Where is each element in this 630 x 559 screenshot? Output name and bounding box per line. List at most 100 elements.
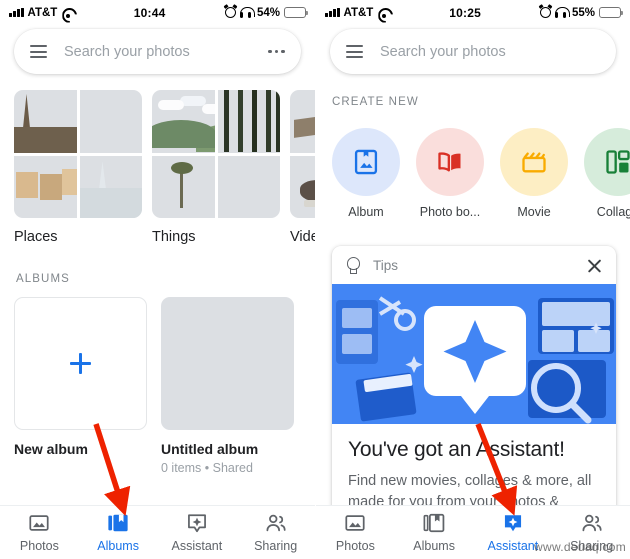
battery-percent-label: 55% [571, 6, 595, 19]
category-tile-places[interactable]: Places [14, 90, 142, 245]
assistant-sparkle-badge-icon [332, 284, 616, 424]
create-movie-circle[interactable] [500, 128, 568, 196]
photo-thumb [152, 90, 215, 153]
album-subtitle: 0 items • Shared [161, 461, 253, 475]
tips-card-header: Tips [332, 246, 616, 284]
category-tile-videos[interactable]: Videos [290, 90, 315, 245]
photo-icon [29, 515, 49, 531]
nav-tab-albums[interactable]: Albums [395, 512, 474, 553]
nav-label: Assistant [171, 539, 223, 553]
nav-tab-assistant[interactable]: Assistant [158, 512, 237, 553]
tips-banner-illustration [332, 284, 616, 424]
nav-label: Albums [97, 539, 139, 553]
close-icon[interactable] [587, 258, 602, 273]
nav-label: Sharing [254, 539, 298, 553]
create-photo-book-circle[interactable] [416, 128, 484, 196]
search-area-right: Search your photos [316, 25, 630, 74]
clock-label: 10:25 [449, 5, 481, 20]
headphones-icon [239, 7, 255, 18]
photo-book-icon [438, 152, 461, 172]
left-phone-screen: AT&T 10:44 54% Search your photos Places… [0, 0, 315, 559]
nav-tab-albums[interactable]: Albums [79, 512, 158, 553]
photo-thumb [217, 90, 280, 153]
hamburger-menu-icon[interactable] [30, 45, 47, 58]
search-bar-left[interactable]: Search your photos [14, 29, 301, 74]
create-label: Movie [517, 205, 551, 219]
carrier-label: AT&T [27, 6, 58, 19]
create-movie-button[interactable]: Movie [500, 128, 568, 219]
create-collage-button[interactable]: Collage [584, 128, 630, 219]
bottom-nav-left: Photos Albums Assistant Sharing [0, 505, 315, 559]
albums-row: New album Untitled album 0 items • Share… [0, 297, 315, 475]
collage-icon [606, 150, 630, 174]
create-photo-book-button[interactable]: Photo bo... [416, 128, 484, 219]
tips-title: Tips [373, 257, 399, 273]
photo-thumb [14, 155, 77, 218]
nav-label: Albums [413, 539, 455, 553]
sharing-people-icon [582, 514, 602, 532]
create-new-label: CREATE NEW [332, 96, 419, 108]
search-bar-right[interactable]: Search your photos [330, 29, 616, 74]
battery-percent-label: 54% [256, 6, 280, 19]
photo-thumb-empty [217, 155, 280, 218]
alarm-clock-icon [539, 7, 551, 18]
status-right-group: 55% [539, 6, 623, 19]
battery-icon [599, 7, 623, 18]
nav-tab-sharing[interactable]: Sharing [236, 512, 315, 553]
create-label: Album [348, 205, 384, 219]
tips-card[interactable]: Tips You've got an Assistant! Find new m… [332, 246, 616, 523]
photo-thumb [290, 90, 315, 153]
album-card-untitled[interactable]: Untitled album 0 items • Shared [161, 297, 294, 475]
right-phone-screen: AT&T 10:25 55% Search your photos CREATE… [315, 0, 630, 559]
nav-label: Assistant [487, 539, 539, 553]
hamburger-menu-icon[interactable] [346, 45, 363, 58]
nav-label: Photos [335, 539, 375, 553]
album-card-new[interactable]: New album [14, 297, 147, 475]
category-tiles-row: Places Things Videos [0, 74, 315, 245]
create-collage-circle[interactable] [584, 128, 630, 196]
album-icon [354, 149, 378, 175]
clock-label: 10:44 [133, 5, 166, 20]
album-title: New album [14, 441, 88, 457]
create-album-button[interactable]: Album [332, 128, 400, 219]
category-thumb-grid [290, 90, 315, 218]
search-input[interactable]: Search your photos [64, 44, 251, 60]
create-label: Photo bo... [419, 205, 481, 219]
create-label: Collage [596, 205, 630, 219]
nav-label: Photos [19, 539, 59, 553]
albums-book-icon [108, 514, 128, 532]
category-tile-things[interactable]: Things [152, 90, 280, 245]
lightbulb-icon [346, 256, 360, 274]
tips-heading: You've got an Assistant! [348, 438, 565, 461]
alarm-clock-icon [224, 7, 236, 18]
cellular-bars-icon [9, 7, 24, 17]
headphones-icon [554, 7, 570, 18]
category-label: Videos [290, 229, 315, 245]
category-thumb-grid [14, 90, 142, 218]
albums-book-icon [423, 513, 445, 533]
status-left-group: AT&T [325, 7, 390, 19]
screenshot-stage: AT&T 10:44 54% Search your photos Places… [0, 0, 630, 559]
assistant-sparkle-icon [187, 514, 206, 533]
create-album-circle[interactable] [332, 128, 400, 196]
sharing-people-icon [266, 514, 286, 532]
search-input[interactable]: Search your photos [380, 44, 600, 60]
album-title: Untitled album [161, 441, 259, 457]
category-label: Places [14, 229, 58, 245]
status-left-group: AT&T [9, 7, 74, 19]
album-thumb[interactable] [161, 297, 294, 430]
movie-clapper-icon [522, 152, 546, 173]
albums-section-label: ALBUMS [16, 273, 70, 285]
photo-thumb [152, 155, 215, 218]
cellular-bars-icon [325, 7, 340, 17]
wifi-icon [377, 8, 390, 18]
nav-tab-photos[interactable]: Photos [0, 512, 79, 553]
assistant-sparkle-icon [504, 515, 521, 532]
nav-tab-photos[interactable]: Photos [316, 512, 395, 553]
photo-thumb [79, 90, 142, 153]
new-album-thumb[interactable] [14, 297, 147, 430]
plus-icon [70, 353, 91, 374]
more-options-icon[interactable] [268, 49, 285, 54]
category-label: Things [152, 229, 196, 245]
carrier-label: AT&T [343, 6, 374, 19]
